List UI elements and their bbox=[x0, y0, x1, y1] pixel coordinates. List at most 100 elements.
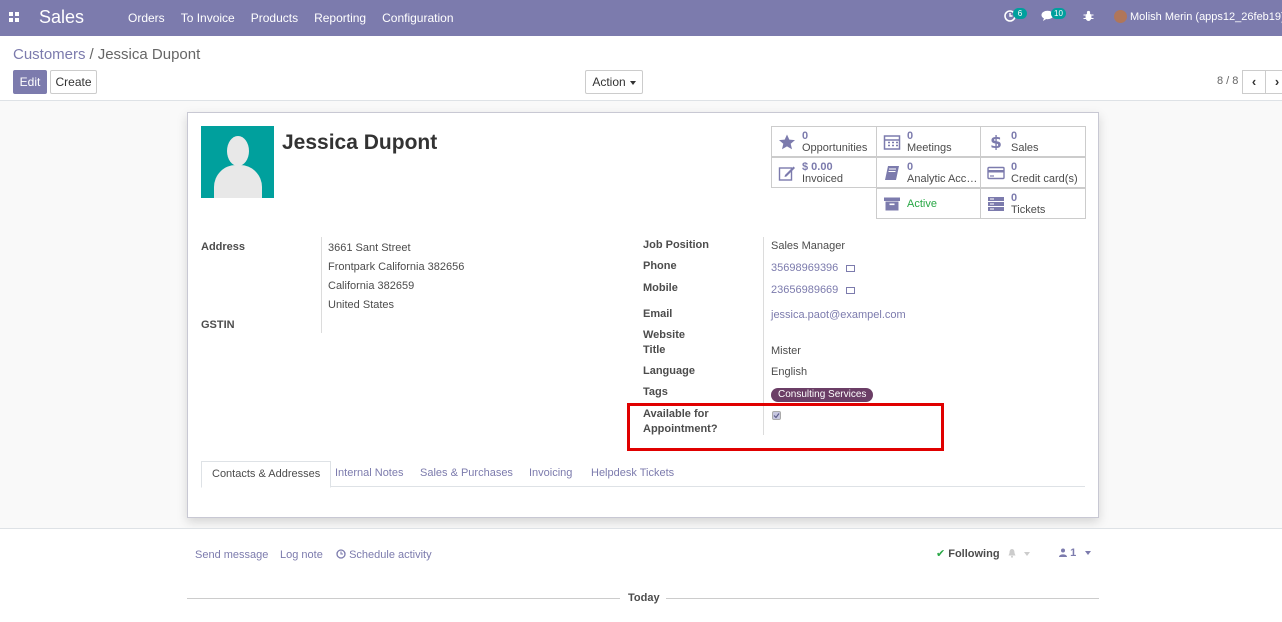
stat-value: 0 bbox=[1011, 192, 1018, 204]
tag-badge[interactable]: Consulting Services bbox=[771, 388, 874, 402]
tab-invoicing[interactable]: Invoicing bbox=[519, 461, 582, 488]
book-icon bbox=[885, 166, 899, 180]
today-separator: Today bbox=[628, 592, 660, 604]
caret-down-icon[interactable] bbox=[1023, 552, 1030, 557]
menu-item-to-invoice[interactable]: To Invoice bbox=[173, 0, 243, 36]
highlight-box bbox=[627, 403, 944, 451]
clock-icon bbox=[336, 549, 346, 559]
stat-meetings[interactable]: 0 Meetings bbox=[876, 126, 981, 157]
tab-contacts-addresses[interactable]: Contacts & Addresses bbox=[201, 461, 332, 488]
tab-sales-purchases[interactable]: Sales & Purchases bbox=[410, 461, 523, 488]
user-icon bbox=[1059, 548, 1067, 557]
address-street2[interactable]: Frontpark California 382656 bbox=[328, 261, 464, 273]
stat-invoiced[interactable]: $ 0.00 Invoiced bbox=[771, 157, 877, 188]
stat-value: 0 bbox=[907, 161, 914, 173]
menu-item-orders[interactable]: Orders bbox=[120, 0, 173, 36]
job-position-label: Job Position bbox=[643, 239, 709, 251]
schedule-activity-label: Schedule activity bbox=[349, 549, 432, 561]
credit-card-icon bbox=[987, 166, 1005, 180]
pager-previous-button[interactable]: ‹ bbox=[1242, 70, 1266, 94]
mobile-value[interactable]: 23656989669 bbox=[771, 284, 838, 296]
user-avatar[interactable] bbox=[1114, 10, 1127, 23]
check-icon: ✔ bbox=[936, 548, 946, 560]
messaging-menu[interactable]: 10 bbox=[1041, 8, 1066, 26]
title-value[interactable]: Mister bbox=[771, 345, 801, 357]
pager-next-button[interactable]: › bbox=[1265, 70, 1282, 94]
calendar-icon bbox=[883, 135, 901, 150]
menu-item-reporting[interactable]: Reporting bbox=[306, 0, 374, 36]
stat-label: Opportunities bbox=[802, 142, 868, 154]
chatter: Send message Log note Schedule activity … bbox=[0, 528, 1282, 622]
debug-menu[interactable] bbox=[1083, 10, 1094, 26]
apps-menu-icon[interactable] bbox=[9, 12, 19, 22]
schedule-activity-button[interactable]: Schedule activity bbox=[336, 549, 432, 561]
send-message-button[interactable]: Send message bbox=[195, 549, 268, 561]
breadcrumb-separator: / bbox=[89, 46, 94, 63]
star-icon bbox=[779, 134, 795, 150]
log-note-button[interactable]: Log note bbox=[280, 549, 323, 561]
phone-value[interactable]: 35698969396 bbox=[771, 262, 838, 274]
menu-item-configuration[interactable]: Configuration bbox=[374, 0, 461, 36]
stat-value: 0 bbox=[1011, 161, 1018, 173]
following-button[interactable]: ✔ Following bbox=[936, 547, 1030, 560]
sms-icon[interactable] bbox=[846, 264, 856, 272]
today-divider-right bbox=[666, 598, 1099, 599]
caret-down-icon bbox=[629, 80, 636, 85]
phone-field[interactable]: 35698969396 bbox=[771, 262, 856, 274]
stat-opportunities[interactable]: 0 Opportunities bbox=[771, 126, 877, 157]
stat-credit-cards[interactable]: 0 Credit card(s) bbox=[980, 157, 1086, 188]
stat-label: Invoiced bbox=[802, 173, 843, 185]
partner-avatar[interactable] bbox=[201, 126, 274, 198]
tab-internal-notes[interactable]: Internal Notes bbox=[325, 461, 413, 488]
stat-analytic-accounts[interactable]: 0 Analytic Acco... bbox=[876, 157, 981, 188]
archive-icon bbox=[884, 197, 900, 211]
svg-text:$: $ bbox=[990, 134, 1002, 150]
mobile-field[interactable]: 23656989669 bbox=[771, 284, 856, 296]
app-brand[interactable]: Sales bbox=[39, 7, 84, 28]
sms-icon[interactable] bbox=[846, 286, 856, 294]
activity-badge: 6 bbox=[1013, 8, 1027, 19]
job-position-value[interactable]: Sales Manager bbox=[771, 240, 845, 252]
create-button[interactable]: Create bbox=[50, 70, 97, 94]
breadcrumb-customers[interactable]: Customers bbox=[13, 46, 86, 63]
stat-value: 0 bbox=[802, 130, 809, 142]
partner-name: Jessica Dupont bbox=[282, 131, 438, 154]
notebook-tabs: Contacts & Addresses Internal Notes Sale… bbox=[201, 461, 1085, 488]
tags-label: Tags bbox=[643, 386, 668, 398]
avatar-body-shape bbox=[214, 165, 262, 198]
stat-label: Active bbox=[907, 198, 937, 210]
email-label: Email bbox=[643, 308, 673, 320]
breadcrumb-current: Jessica Dupont bbox=[97, 46, 201, 63]
user-menu[interactable]: Molish Merin (apps12_26feb19) bbox=[1130, 11, 1282, 23]
tab-helpdesk-tickets[interactable]: Helpdesk Tickets bbox=[581, 461, 684, 488]
stat-label: Sales bbox=[1011, 142, 1039, 154]
bell-icon[interactable] bbox=[1007, 548, 1017, 558]
address-city-zip[interactable]: California 382659 bbox=[328, 280, 414, 292]
title-label: Title bbox=[643, 344, 666, 356]
pencil-square-icon bbox=[778, 166, 795, 181]
activity-menu[interactable]: 6 bbox=[1004, 8, 1027, 26]
followers-button[interactable]: 1 bbox=[1059, 547, 1092, 559]
bug-icon bbox=[1083, 10, 1094, 21]
language-value[interactable]: English bbox=[771, 366, 807, 378]
message-badge: 10 bbox=[1051, 8, 1066, 19]
address-country[interactable]: United States bbox=[328, 299, 394, 311]
address-label: Address bbox=[201, 241, 246, 253]
dollar-icon: $ bbox=[990, 134, 1002, 150]
email-value[interactable]: jessica.paot@exampel.com bbox=[771, 309, 906, 321]
mobile-label: Mobile bbox=[643, 282, 678, 294]
edit-button[interactable]: Edit bbox=[13, 70, 47, 94]
stat-label: Credit card(s) bbox=[1011, 173, 1078, 185]
stat-value: $ 0.00 bbox=[802, 161, 833, 173]
stat-tickets[interactable]: 0 Tickets bbox=[980, 188, 1086, 219]
server-icon bbox=[988, 197, 1004, 211]
form-sheet: Jessica Dupont 0 Opportunities 0 Meeting… bbox=[187, 112, 1099, 518]
action-dropdown[interactable]: Action bbox=[585, 70, 643, 94]
stat-active-toggle[interactable]: Active bbox=[876, 188, 981, 219]
menu-item-products[interactable]: Products bbox=[243, 0, 306, 36]
caret-down-icon bbox=[1085, 551, 1092, 556]
pager-value[interactable]: 8 / 8 bbox=[1217, 75, 1238, 87]
top-menu: Orders To Invoice Products Reporting Con… bbox=[120, 0, 462, 36]
stat-sales[interactable]: $ 0 Sales bbox=[980, 126, 1086, 157]
address-street[interactable]: 3661 Sant Street bbox=[328, 242, 411, 254]
